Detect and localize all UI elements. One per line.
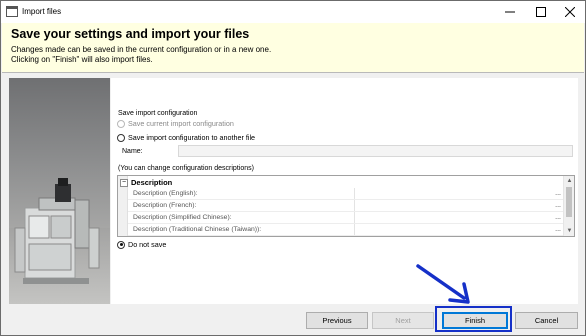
ellipsis-button[interactable]: ...: [555, 190, 561, 197]
close-button[interactable]: [555, 1, 585, 23]
title-bar[interactable]: Import files: [1, 1, 585, 23]
descriptions-property-grid[interactable]: − Description Description (English): ...…: [117, 175, 575, 237]
ellipsis-button[interactable]: ...: [555, 226, 561, 233]
do-not-save-option[interactable]: Do not save: [117, 240, 166, 249]
maximize-button[interactable]: [526, 1, 556, 23]
collapse-icon[interactable]: −: [120, 178, 128, 187]
machine-illustration: [9, 78, 110, 304]
do-not-save-label[interactable]: Do not save: [128, 240, 166, 249]
maximize-icon: [536, 7, 546, 17]
description-row-simplified-chinese[interactable]: Description (Simplified Chinese): ...: [128, 212, 564, 224]
minimize-icon: [505, 11, 515, 13]
description-value[interactable]: ...: [354, 188, 564, 199]
next-button[interactable]: Next: [372, 312, 434, 329]
grid-scrollbar[interactable]: ▲ ▼: [563, 176, 574, 236]
wizard-header: Save your settings and import your files…: [2, 23, 584, 73]
settings-panel: Save import configuration Save current i…: [111, 78, 578, 304]
machine-illustration-graphic: [9, 178, 110, 304]
save-current-radio: [117, 119, 125, 128]
finish-highlight-annotation: [435, 306, 512, 332]
minimize-button[interactable]: [495, 1, 525, 23]
description-label: Description (Traditional Chinese (Taiwan…: [133, 226, 262, 233]
close-icon: [565, 7, 575, 17]
annotation-arrow-icon: [416, 264, 470, 304]
name-field[interactable]: [178, 145, 573, 157]
save-to-another-file-option[interactable]: Save import configuration to another fil…: [117, 133, 255, 142]
ellipsis-button[interactable]: ...: [555, 214, 561, 221]
description-category[interactable]: − Description: [120, 177, 564, 188]
ellipsis-button[interactable]: ...: [555, 202, 561, 209]
save-another-label[interactable]: Save import configuration to another fil…: [128, 133, 255, 142]
description-value[interactable]: ...: [354, 200, 564, 211]
window-title: Import files: [22, 7, 62, 16]
do-not-save-radio[interactable]: [117, 240, 125, 249]
save-another-radio[interactable]: [117, 133, 125, 142]
scroll-thumb[interactable]: [566, 187, 572, 217]
description-row-english[interactable]: Description (English): ...: [128, 188, 564, 200]
name-label: Name:: [122, 148, 143, 155]
description-category-label: Description: [131, 178, 173, 187]
scroll-down-icon[interactable]: ▼: [564, 226, 574, 236]
save-current-label: Save current import configuration: [128, 119, 234, 128]
header-description-line-1: Changes made can be saved in the current…: [11, 45, 272, 54]
description-value[interactable]: ...: [354, 212, 564, 223]
window-app-icon: [6, 6, 18, 17]
save-config-group-label: Save import configuration: [118, 110, 198, 117]
import-files-dialog: Import files Save your settings and impo…: [0, 0, 586, 336]
description-label: Description (French):: [133, 202, 197, 209]
header-description-line-2: Clicking on "Finish" will also import fi…: [11, 55, 153, 64]
scroll-up-icon[interactable]: ▲: [564, 176, 574, 186]
save-current-config-option: Save current import configuration: [117, 119, 234, 128]
description-row-traditional-chinese[interactable]: Description (Traditional Chinese (Taiwan…: [128, 224, 564, 236]
header-title: Save your settings and import your files: [11, 27, 250, 41]
description-label: Description (Simplified Chinese):: [133, 214, 232, 221]
previous-button[interactable]: Previous: [306, 312, 368, 329]
description-hint: (You can change configuration descriptio…: [118, 165, 254, 172]
description-value[interactable]: ...: [354, 224, 564, 235]
description-row-french[interactable]: Description (French): ...: [128, 200, 564, 212]
cancel-button[interactable]: Cancel: [515, 312, 578, 329]
description-label: Description (English):: [133, 190, 198, 197]
